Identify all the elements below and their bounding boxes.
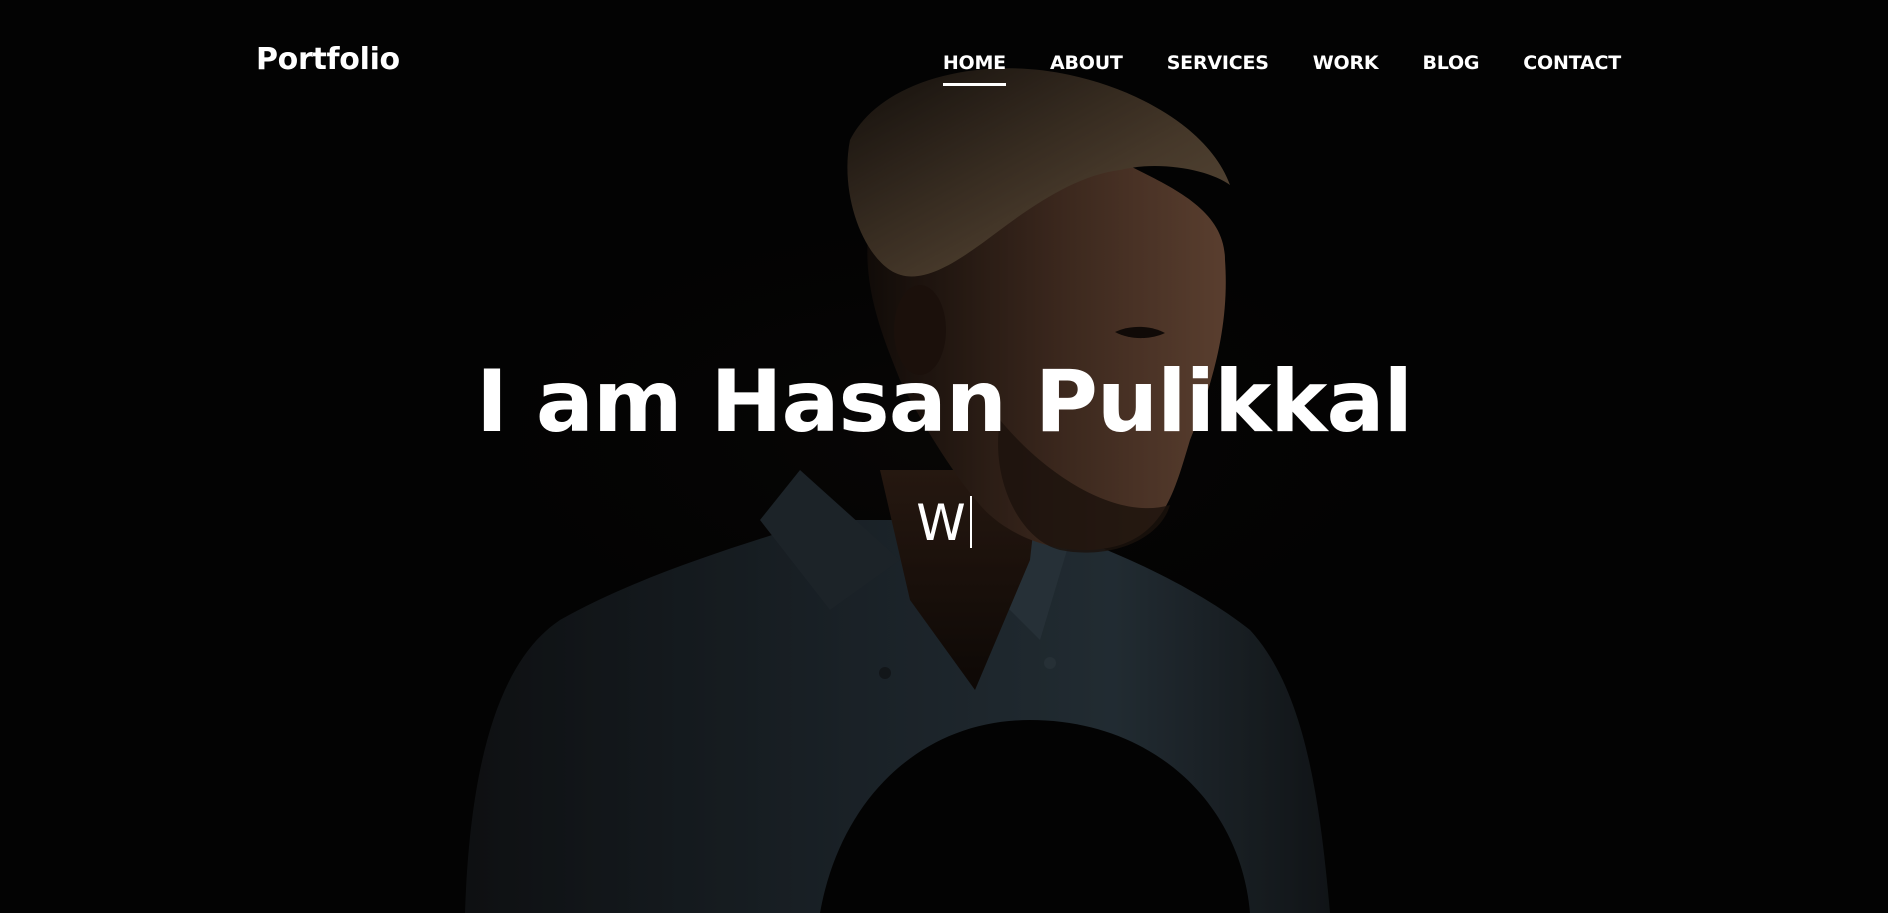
brand-logo[interactable]: Portfolio — [256, 42, 400, 77]
typing-caret — [969, 496, 972, 548]
nav-item-contact[interactable]: CONTACT — [1523, 52, 1621, 74]
hero-section: Portfolio HOME ABOUT SERVICES WORK BLOG … — [0, 0, 1888, 913]
nav-menu: HOME ABOUT SERVICES WORK BLOG CONTACT — [942, 52, 1621, 86]
hero-background-photo — [0, 0, 1888, 913]
nav-item-services[interactable]: SERVICES — [1167, 52, 1269, 74]
navbar: Portfolio HOME ABOUT SERVICES WORK BLOG … — [0, 0, 1888, 126]
nav-item-work[interactable]: WORK — [1313, 52, 1379, 74]
hero-headline: I am Hasan Pulikkal — [475, 352, 1413, 452]
nav-item-home[interactable]: HOME — [942, 52, 1006, 86]
typed-text: W — [916, 494, 966, 552]
nav-item-blog[interactable]: BLOG — [1422, 52, 1479, 74]
typed-text-line: W — [0, 494, 1888, 552]
nav-item-about[interactable]: ABOUT — [1050, 52, 1123, 74]
